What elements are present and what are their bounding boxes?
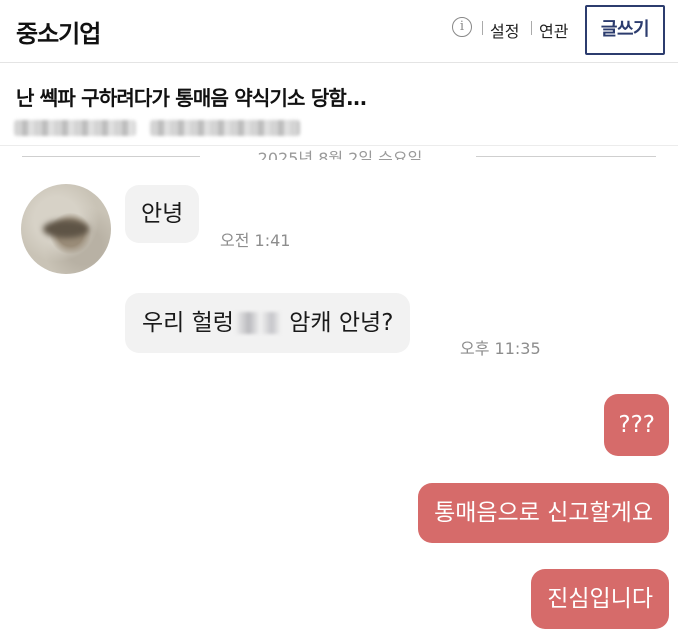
message-text: ??? <box>618 412 655 438</box>
related-link[interactable]: 연관 <box>539 18 568 42</box>
date-separator-line <box>476 156 656 157</box>
info-icon[interactable]: i <box>452 17 472 37</box>
message-time: 오전 1:41 <box>220 231 291 250</box>
post-title: 난 쎅파 구하려다가 통매음 약식기소 당함... <box>16 86 367 110</box>
settings-link[interactable]: 설정 <box>490 18 519 42</box>
board-title[interactable]: 중소기업 <box>16 14 101 49</box>
blurred-author-info <box>14 120 136 136</box>
date-separator: 2025년 8월 2일 수요일 <box>257 149 423 160</box>
outgoing-message-bubble: 통매음으로 신고할게요 <box>418 483 669 543</box>
message-text: 암캐 안녕? <box>281 310 394 336</box>
menu-divider <box>531 21 532 35</box>
censor-blur <box>234 312 281 334</box>
message-text: 안녕 <box>141 201 184 227</box>
top-bar: 중소기업 i 설정 연관 글쓰기 <box>0 0 678 63</box>
outgoing-message-bubble: ??? <box>604 394 669 456</box>
sender-avatar <box>21 184 111 274</box>
message-text: 통매음으로 신고할게요 <box>434 500 653 526</box>
incoming-message-bubble: 안녕 <box>125 185 200 243</box>
blurred-post-meta <box>150 120 300 136</box>
avatar-photo <box>43 220 89 238</box>
menu-divider <box>482 21 483 35</box>
incoming-message-bubble: 우리 헐렁 암캐 안녕? <box>125 293 411 353</box>
message-text: 우리 헐렁 <box>142 310 234 336</box>
write-post-button[interactable]: 글쓰기 <box>585 5 665 55</box>
message-time: 오후 11:35 <box>460 339 541 358</box>
message-text: 진심입니다 <box>547 586 653 612</box>
date-separator-line <box>22 156 200 157</box>
outgoing-message-bubble: 진심입니다 <box>531 569 669 629</box>
